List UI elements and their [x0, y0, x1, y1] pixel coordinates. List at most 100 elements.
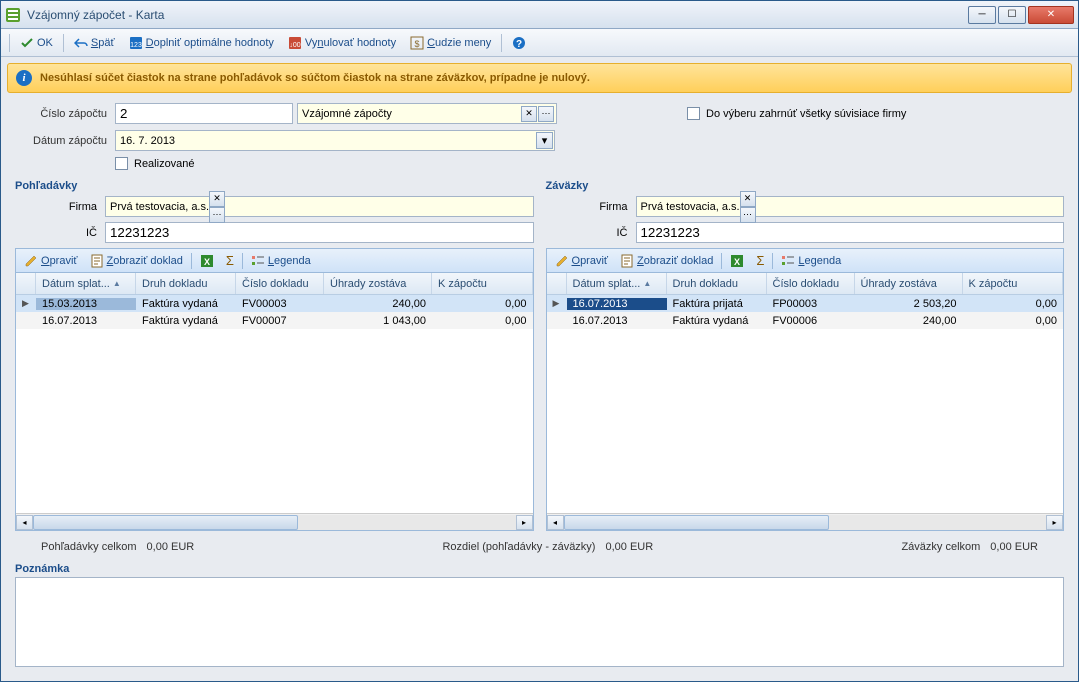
cell-cislo: FV00003 [236, 298, 324, 310]
col-cislo[interactable]: Číslo dokladu [236, 273, 324, 294]
right-firma-label: Firma [546, 201, 636, 213]
maximize-button[interactable]: ☐ [998, 6, 1026, 24]
left-sub-toolbar: Opraviť Zobraziť doklad X Σ Legenda [15, 248, 534, 272]
cell-uhrady: 240,00 [324, 298, 432, 310]
lookup-open-icon[interactable]: ⋯ [209, 207, 225, 223]
back-button[interactable]: Späť [68, 34, 121, 52]
col-date[interactable]: Dátum splat...▲ [36, 273, 136, 294]
scroll-thumb[interactable] [564, 515, 829, 530]
cell-date: 16.07.2013 [567, 315, 667, 327]
right-legend-button[interactable]: Legenda [777, 253, 845, 269]
table-row[interactable]: ▶15.03.2013Faktúra vydanáFV00003240,000,… [16, 295, 533, 312]
table-row[interactable]: ▶16.07.2013Faktúra prijatáFP000032 503,2… [547, 295, 1064, 312]
col-druh[interactable]: Druh dokladu [667, 273, 767, 294]
type-lookup[interactable]: Vzájomné zápočty ✕ ⋯ [297, 103, 557, 124]
cell-kzap: 0,00 [432, 298, 533, 310]
cell-druh: Faktúra vydaná [136, 315, 236, 327]
right-hscroll[interactable]: ◂ ▸ [547, 513, 1064, 530]
totals-row: Pohľadávky celkom0,00 EUR Rozdiel (pohľa… [1, 531, 1078, 559]
note-textarea[interactable] [15, 577, 1064, 667]
right-excel-button[interactable]: X [726, 253, 748, 269]
cell-kzap: 0,00 [963, 298, 1064, 310]
left-ic-input[interactable] [105, 222, 534, 243]
col-cislo[interactable]: Číslo dokladu [767, 273, 855, 294]
cell-uhrady: 240,00 [855, 315, 963, 327]
right-firma-lookup[interactable]: Prvá testovacia, a.s. ✕ ⋯ [636, 196, 1065, 217]
left-sum-button[interactable]: Σ [222, 252, 238, 269]
info-icon: i [16, 70, 32, 86]
table-row[interactable]: 16.07.2013Faktúra vydanáFV000071 043,000… [16, 312, 533, 329]
right-legend-label: Legenda [798, 255, 841, 267]
right-show-doc-button[interactable]: Zobraziť doklad [616, 253, 717, 269]
include-related-checkbox[interactable] [687, 107, 700, 120]
titlebar: Vzájomný zápočet - Karta ─ ☐ ✕ [1, 1, 1078, 29]
help-icon: ? [512, 36, 526, 50]
col-kzapoctu[interactable]: K zápočtu [432, 273, 533, 294]
scroll-left-icon[interactable]: ◂ [547, 515, 564, 530]
right-ic-input[interactable] [636, 222, 1065, 243]
cell-druh: Faktúra vydaná [136, 298, 236, 310]
ok-button[interactable]: OK [14, 34, 59, 52]
left-total-label: Pohľadávky celkom [41, 541, 137, 553]
legend-icon [781, 254, 795, 268]
cislo-zapoctu-input[interactable] [115, 103, 293, 124]
date-dropdown-icon[interactable]: ▾ [536, 132, 553, 149]
foreign-currency-button[interactable]: $ Cudzie meny [404, 34, 497, 52]
cell-cislo: FV00006 [767, 315, 855, 327]
left-excel-button[interactable]: X [196, 253, 218, 269]
cell-date: 15.03.2013 [36, 298, 136, 310]
table-row[interactable]: 16.07.2013Faktúra vydanáFV00006240,000,0… [547, 312, 1064, 329]
datum-zapoctu-label: Dátum zápočtu [15, 135, 115, 147]
datum-zapoctu-input[interactable]: 16. 7. 2013 ▾ [115, 130, 555, 151]
left-hscroll[interactable]: ◂ ▸ [16, 513, 533, 530]
warning-text: Nesúhlasí súčet čiastok na strane pohľad… [40, 72, 590, 84]
scroll-right-icon[interactable]: ▸ [1046, 515, 1063, 530]
fill-optimal-button[interactable]: 123 Doplniť optimálne hodnoty [123, 34, 280, 52]
lookup-open-icon[interactable]: ⋯ [538, 106, 554, 122]
sigma-icon: Σ [226, 253, 234, 268]
scroll-right-icon[interactable]: ▸ [516, 515, 533, 530]
receivables-pane: Pohľadávky Firma Prvá testovacia, a.s. ✕… [15, 180, 534, 531]
right-sum-button[interactable]: Σ [752, 252, 768, 269]
left-firma-lookup[interactable]: Prvá testovacia, a.s. ✕ ⋯ [105, 196, 534, 217]
col-uhrady[interactable]: Úhrady zostáva [324, 273, 432, 294]
scroll-thumb[interactable] [33, 515, 298, 530]
svg-text:↓00: ↓00 [289, 42, 300, 49]
left-legend-button[interactable]: Legenda [247, 253, 315, 269]
scroll-left-icon[interactable]: ◂ [16, 515, 33, 530]
col-kzapoctu[interactable]: K zápočtu [963, 273, 1064, 294]
close-button[interactable]: ✕ [1028, 6, 1074, 24]
col-uhrady[interactable]: Úhrady zostáva [855, 273, 963, 294]
left-grid: Dátum splat...▲ Druh dokladu Číslo dokla… [15, 272, 534, 531]
right-edit-button[interactable]: Opraviť [551, 253, 613, 269]
right-total-value: 0,00 EUR [990, 541, 1038, 553]
col-druh[interactable]: Druh dokladu [136, 273, 236, 294]
row-indicator: ▶ [547, 298, 567, 309]
left-edit-button[interactable]: Opraviť [20, 253, 82, 269]
lookup-clear-icon[interactable]: ✕ [209, 191, 225, 207]
document-icon [90, 254, 104, 268]
realizovane-checkbox[interactable] [115, 157, 128, 170]
minimize-button[interactable]: ─ [968, 6, 996, 24]
row-indicator: ▶ [16, 298, 36, 309]
cell-druh: Faktúra vydaná [667, 315, 767, 327]
lookup-clear-icon[interactable]: ✕ [521, 106, 537, 122]
excel-icon: X [730, 254, 744, 268]
window: Vzájomný zápočet - Karta ─ ☐ ✕ OK Späť 1… [0, 0, 1079, 682]
help-button[interactable]: ? [506, 34, 532, 52]
col-date[interactable]: Dátum splat...▲ [567, 273, 667, 294]
left-ic-label: IČ [15, 227, 105, 239]
left-edit-label: Opraviť [41, 255, 78, 267]
excel-icon: X [200, 254, 214, 268]
left-grid-body: ▶15.03.2013Faktúra vydanáFV00003240,000,… [16, 295, 533, 513]
left-show-doc-button[interactable]: Zobraziť doklad [86, 253, 187, 269]
right-total-label: Záväzky celkom [901, 541, 980, 553]
reset-values-button[interactable]: ↓00 Vynulovať hodnoty [282, 34, 402, 52]
right-show-label: Zobraziť doklad [637, 255, 713, 267]
lookup-open-icon[interactable]: ⋯ [740, 207, 756, 223]
fill-label: Doplniť optimálne hodnoty [146, 37, 274, 49]
reset-icon: ↓00 [288, 36, 302, 50]
lookup-clear-icon[interactable]: ✕ [740, 191, 756, 207]
warning-bar: i Nesúhlasí súčet čiastok na strane pohľ… [7, 63, 1072, 93]
cell-date: 16.07.2013 [36, 315, 136, 327]
